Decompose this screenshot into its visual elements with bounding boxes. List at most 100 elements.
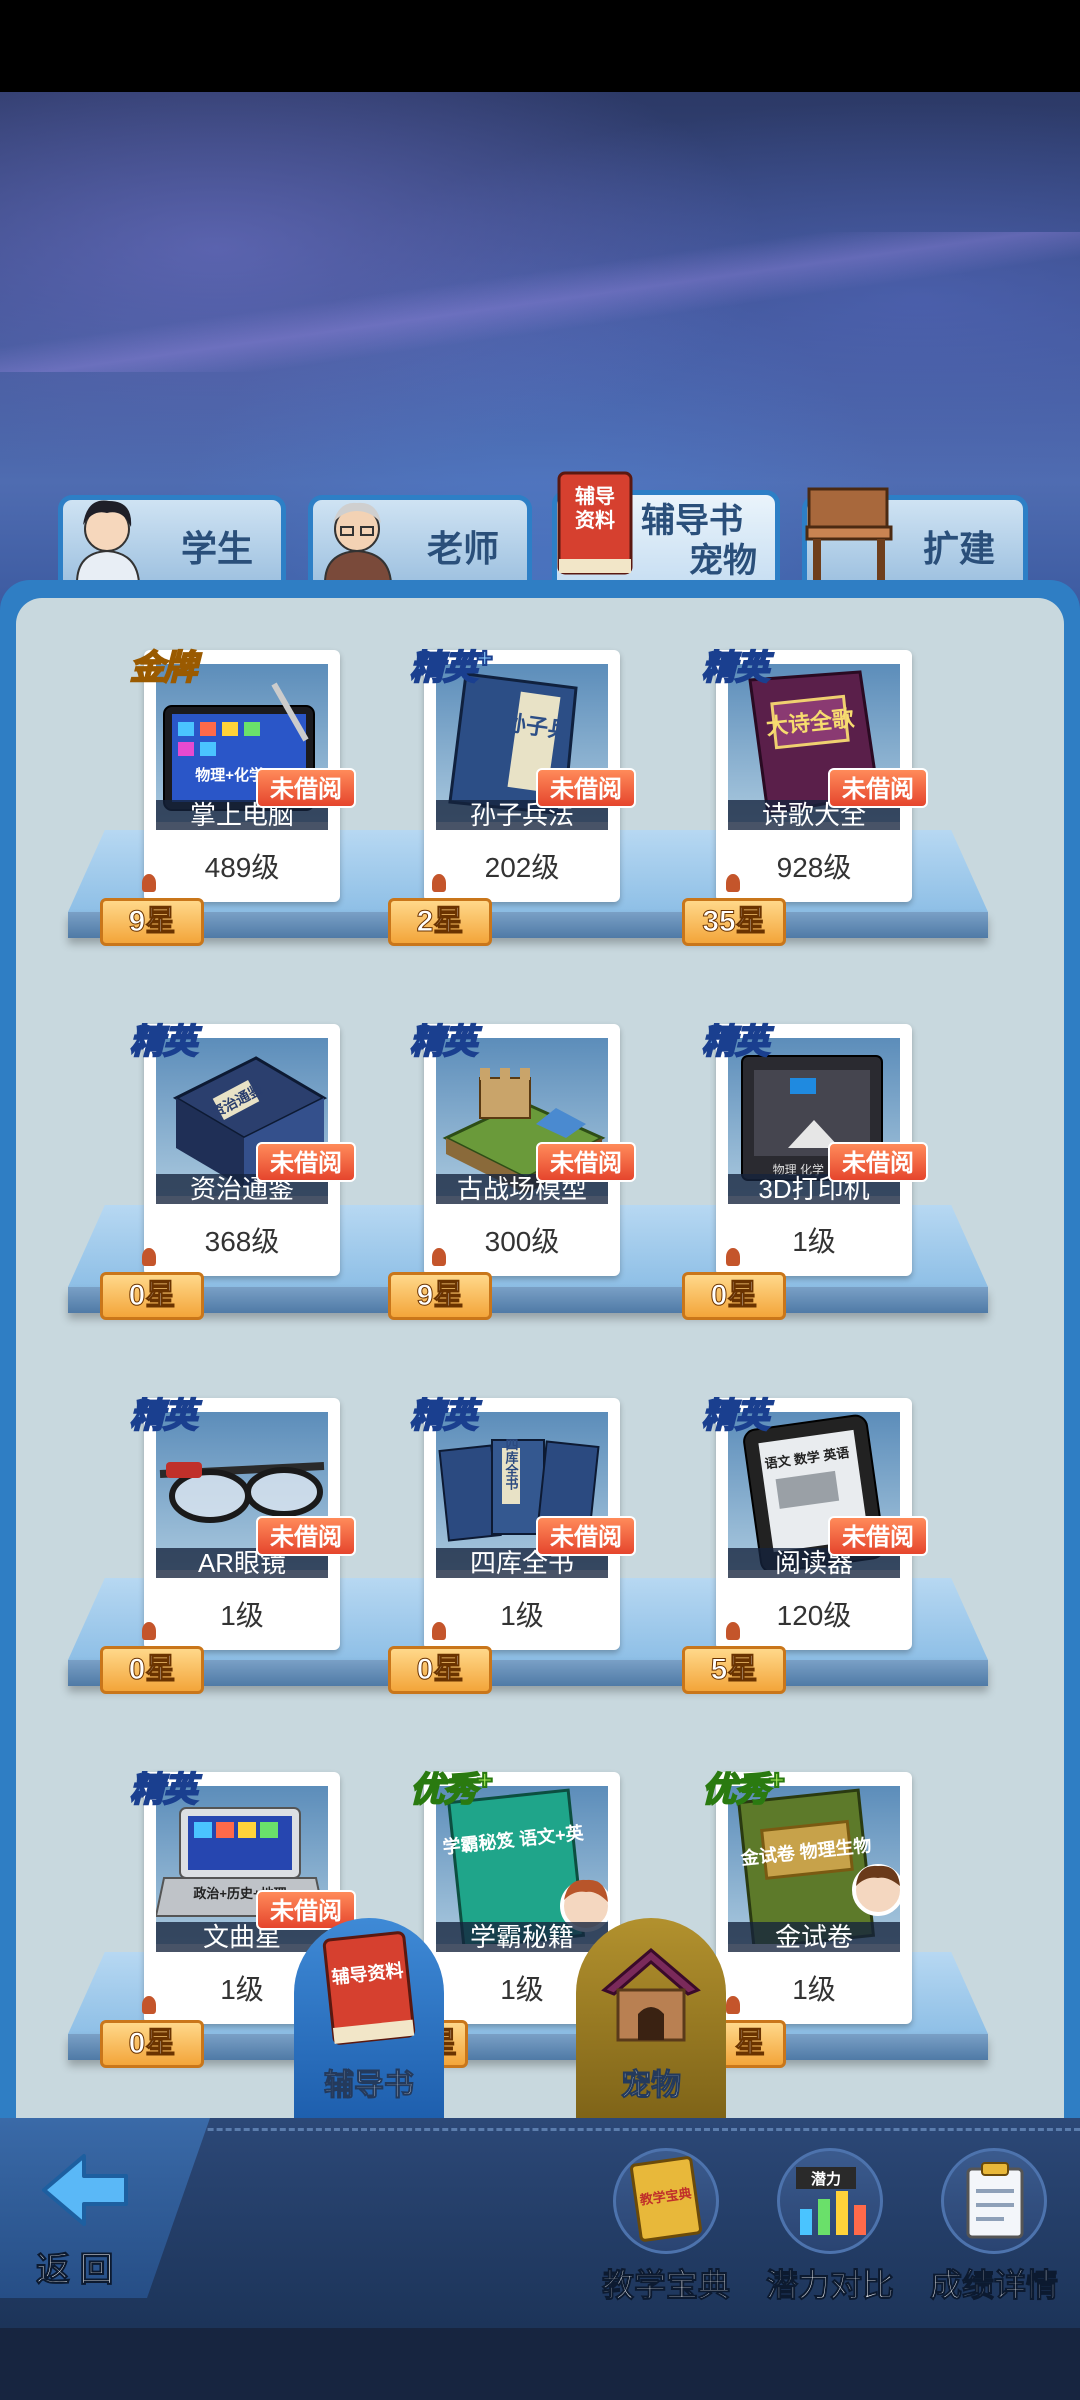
star-pin	[726, 1996, 740, 2014]
shelf-4-edge	[68, 2034, 988, 2060]
tool-label: 潜力对比	[765, 2267, 894, 2304]
item-card-3d-printer[interactable]: 物理 化学 生物 3D打印机 未借阅 1级 精英	[701, 1022, 928, 1276]
star-badge: 0星	[100, 1272, 204, 1320]
tab-label-tutoring-books-pets: 辅导书 宠物	[627, 501, 757, 581]
item-level: 1级	[220, 1600, 264, 1631]
back-arrow-icon	[42, 2154, 128, 2226]
tab-icon-line1: 辅导	[575, 484, 615, 508]
star-pin	[726, 1248, 740, 1266]
tier-label: 优秀+	[409, 1762, 493, 1811]
item-card-ar-glasses[interactable]: AR眼镜 未借阅 1级 精英	[129, 1396, 356, 1650]
star-pin	[142, 1248, 156, 1266]
item-name: 金试卷	[728, 1922, 900, 1952]
tier-label: 精英+	[409, 640, 493, 689]
category-label: 宠物	[621, 2069, 682, 2103]
star-badge: 35星	[682, 898, 786, 946]
tab-students[interactable]: 学生	[58, 495, 286, 583]
unread-badge: 未借阅	[828, 1516, 928, 1556]
star-pin	[726, 874, 740, 892]
teacher-avatar-icon	[323, 502, 393, 583]
tool-circle: 潜力	[777, 2148, 883, 2254]
star-badge: 9星	[100, 898, 204, 946]
tool-teaching-handbook[interactable]: 教学宝典 教学宝典	[586, 2148, 746, 2306]
item-card-poetry-collection[interactable]: 大诗全歌 诗歌大全 未借阅 928级 精英	[701, 648, 928, 902]
tier-label: 精英	[409, 1022, 478, 1062]
tool-circle: 教学宝典	[613, 2148, 719, 2254]
clipboard-icon	[966, 2162, 1024, 2239]
tier-label: 金牌	[129, 648, 198, 688]
unread-badge: 未借阅	[256, 768, 356, 808]
tier-label: 精英	[129, 1022, 198, 1062]
category-button-pets[interactable]: 宠物	[576, 1918, 726, 2118]
item-card-art-of-war[interactable]: 孙子兵 孙子兵法 未借阅 202级 精英+	[409, 641, 636, 902]
item-level: 300级	[484, 1226, 560, 1257]
tier-label: 精英	[409, 1396, 478, 1436]
tab-tutoring-books-pets[interactable]: 辅导 资料 辅导书 宠物	[552, 471, 780, 585]
item-card-golden-exam-paper[interactable]: 金试卷 物理生物 金试卷 1级 优秀+	[701, 1763, 912, 2024]
tab-label-students: 学生	[180, 528, 253, 569]
shelf-2-edge	[68, 1287, 988, 1313]
system-navigation-bar	[0, 2328, 1080, 2400]
star-pin	[142, 1622, 156, 1640]
shelf-1-edge	[68, 912, 988, 938]
star-pin	[142, 1996, 156, 2014]
tool-score-details[interactable]: 成绩详情	[914, 2148, 1074, 2306]
item-level: 489级	[204, 852, 280, 883]
category-button-tutoring-books[interactable]: 辅导资料 辅导书	[294, 1918, 444, 2118]
star-badge: 5星	[682, 1646, 786, 1694]
back-button[interactable]: 返 回	[28, 2150, 158, 2290]
item-card-ancient-battlefield-model[interactable]: 古战场模型 未借阅 300级 精英	[409, 1022, 636, 1276]
tier-label: 精英	[701, 1396, 770, 1436]
star-pin	[142, 874, 156, 892]
tier-label: 精英	[701, 648, 770, 688]
star-pin	[432, 1622, 446, 1640]
bar-chart-icon: 潜力	[796, 2167, 866, 2235]
item-card-handheld-pc[interactable]: 物理+化学+ 掌上电脑 未借阅 489级 金牌	[129, 648, 356, 902]
unread-badge: 未借阅	[536, 1516, 636, 1556]
tab-label-expand: 扩建	[922, 528, 995, 569]
star-pin	[726, 1622, 740, 1640]
item-card-zizhi-tongjian[interactable]: 资治通鉴 资治通鉴 未借阅 368级 精英	[129, 1022, 356, 1276]
unread-badge: 未借阅	[828, 768, 928, 808]
tab-icon-line2: 资料	[575, 508, 615, 532]
unread-badge: 未借阅	[536, 1142, 636, 1182]
tier-label: 精英	[129, 1770, 198, 1810]
tier-plus: +	[767, 1763, 785, 1796]
unread-badge: 未借阅	[536, 768, 636, 808]
tier-plus: +	[475, 1763, 493, 1796]
star-badge: 2星	[388, 898, 492, 946]
student-avatar-icon	[75, 500, 141, 583]
tab-teachers[interactable]: 老师	[308, 495, 532, 583]
item-level: 1级	[500, 1600, 544, 1631]
item-image-text: 四库全书	[504, 1438, 520, 1491]
item-card-e-reader[interactable]: 语文 数学 英语 阅读器 未借阅 120级 精英	[701, 1396, 928, 1650]
tier-label: 精英	[129, 1396, 198, 1436]
unread-badge: 未借阅	[828, 1142, 928, 1182]
book-icon: 教学宝典	[630, 2156, 702, 2242]
tab-label-line1: 辅导书	[641, 502, 743, 540]
tool-label: 成绩详情	[929, 2267, 1058, 2304]
star-badge: 0星	[100, 1646, 204, 1694]
star-badge: 0星	[682, 1272, 786, 1320]
item-level: 368级	[204, 1226, 280, 1257]
shelf-3-edge	[68, 1660, 988, 1686]
tab-label-teachers: 老师	[426, 528, 499, 569]
tool-potential-comparison[interactable]: 潜力 潜力对比	[750, 2148, 910, 2306]
tab-label-line2: 宠物	[689, 542, 757, 580]
tier-plus: +	[475, 641, 493, 674]
item-level: 928级	[776, 852, 852, 883]
unread-badge: 未借阅	[256, 1142, 356, 1182]
tool-label: 教学宝典	[601, 2267, 730, 2304]
star-badge-partial-text: 星	[735, 2027, 766, 2061]
star-pin	[432, 874, 446, 892]
tool-icon-text: 潜力	[811, 2170, 841, 2188]
star-pin	[432, 1248, 446, 1266]
desk-icon	[805, 487, 893, 583]
tier-text: 精英	[409, 648, 478, 688]
back-label: 返 回	[35, 2251, 114, 2290]
tier-text: 优秀	[701, 1770, 770, 1810]
doghouse-icon	[601, 1948, 701, 2042]
category-label: 辅导书	[324, 2069, 415, 2103]
tab-expand[interactable]: 扩建	[802, 487, 1028, 583]
item-card-siku-quanshu[interactable]: 四库全书 四库全书 未借阅 1级 精英	[409, 1396, 636, 1650]
